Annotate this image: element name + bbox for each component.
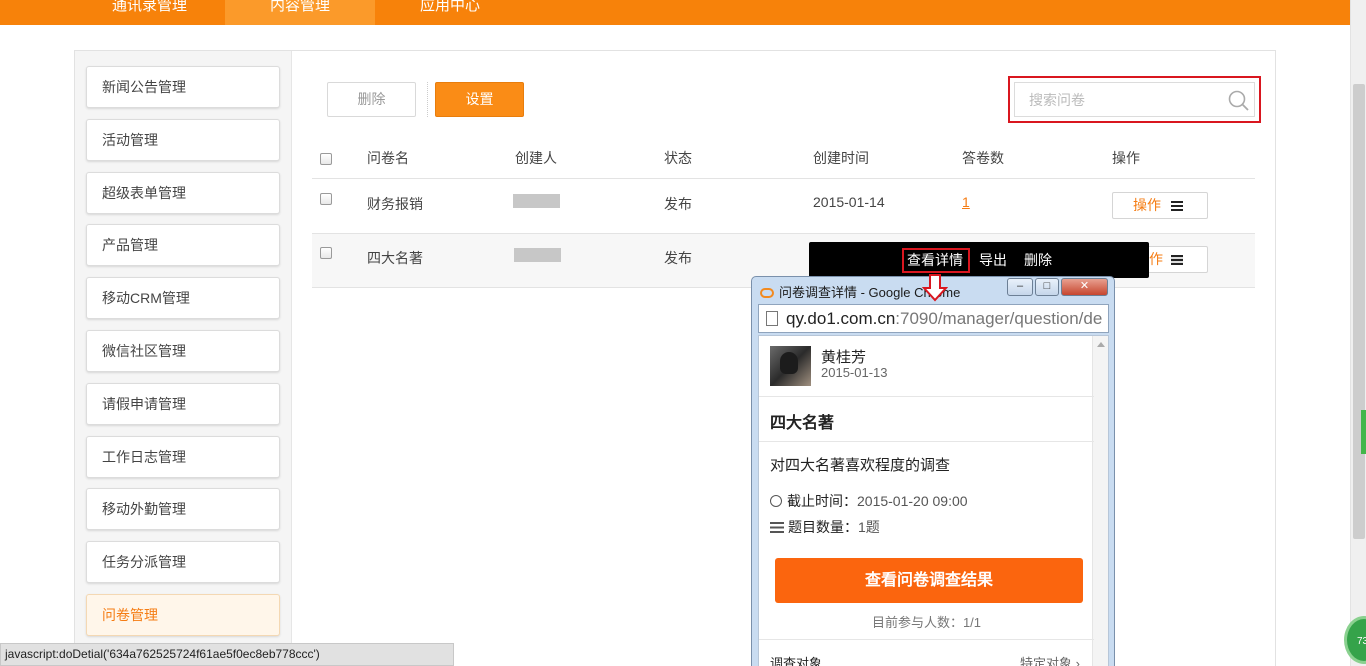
search-input[interactable]	[1014, 82, 1255, 117]
sidebar-item-product[interactable]: 产品管理	[86, 224, 280, 266]
deadline-row: 截止时间：2015-01-20 09:00	[770, 491, 968, 511]
settings-button[interactable]: 设置	[435, 82, 524, 117]
survey-target-row[interactable]: 调查对象 特定对象 ›	[770, 653, 1080, 666]
tab-app-center[interactable]: 应用中心	[390, 0, 510, 25]
target-value: 特定对象 ›	[1020, 656, 1080, 666]
row-checkbox[interactable]	[320, 247, 332, 259]
survey-title: 四大名著	[770, 415, 835, 432]
table-header: 问卷名 创建人 状态 创建时间 答卷数 操作	[312, 137, 1255, 179]
sidebar-item-task[interactable]: 任务分派管理	[86, 541, 280, 583]
action-dropdown-menu: 查看详情 导出 删除	[809, 242, 1149, 278]
sidebar-item-crm[interactable]: 移动CRM管理	[86, 277, 280, 319]
delete-button[interactable]: 删除	[327, 82, 416, 117]
menu-item-export[interactable]: 导出	[979, 242, 1007, 278]
address-bar[interactable]: qy.do1.com.cn:7090/manager/question/de	[758, 304, 1109, 333]
url-path: :7090/manager/question/de	[895, 309, 1103, 328]
table-row: 财务报销 发布 2015-01-14 1 操作	[312, 180, 1255, 234]
list-icon	[770, 522, 784, 533]
sidebar-item-field[interactable]: 移动外勤管理	[86, 488, 280, 530]
row-action-label: 操作	[1133, 197, 1161, 213]
annotation-arrow-icon	[922, 274, 948, 302]
view-results-button[interactable]: 查看问卷调查结果	[775, 558, 1083, 603]
participants-count: 目前参与人数：1/1	[871, 615, 982, 630]
menu-icon	[1171, 201, 1183, 211]
col-header-answers: 答卷数	[962, 150, 1004, 166]
row-name: 财务报销	[367, 196, 423, 212]
sidebar-item-news[interactable]: 新闻公告管理	[86, 66, 280, 108]
col-header-created: 创建时间	[813, 150, 869, 166]
scrollbar-thumb[interactable]	[1353, 84, 1365, 539]
toolbar-divider	[427, 82, 428, 117]
maximize-button[interactable]: □	[1035, 278, 1059, 296]
row-action-button[interactable]: 操作	[1112, 192, 1208, 219]
question-count-row: 题目数量：1题	[770, 517, 880, 537]
sidebar-item-super-form[interactable]: 超级表单管理	[86, 172, 280, 214]
count-value: 1题	[858, 519, 880, 535]
menu-icon	[1171, 255, 1183, 265]
answers-link[interactable]: 1	[962, 194, 970, 210]
user-name: 黄桂芳	[821, 349, 867, 366]
cloud-icon	[760, 288, 774, 298]
row-action-label: 作	[1149, 251, 1163, 267]
page-scrollbar[interactable]	[1350, 0, 1366, 666]
redacted-creator	[513, 194, 560, 208]
deadline-label: 截止时间：	[787, 493, 857, 509]
popup-content: 黄桂芳 2015-01-13 四大名著 对四大名著喜欢程度的调查 截止时间：20…	[758, 335, 1109, 666]
search-box	[1008, 76, 1261, 123]
search-icon[interactable]	[1228, 90, 1250, 112]
sidebar-item-questionnaire[interactable]: 问卷管理	[86, 594, 280, 636]
scroll-up-icon[interactable]	[1097, 342, 1105, 347]
close-button[interactable]: ✕	[1061, 278, 1108, 296]
row-status: 发布	[664, 250, 692, 266]
avatar	[770, 346, 811, 386]
user-date: 2015-01-13	[821, 365, 888, 380]
sidebar-item-wechat-community[interactable]: 微信社区管理	[86, 330, 280, 372]
sidebar-item-leave[interactable]: 请假申请管理	[86, 383, 280, 425]
popup-scrollbar[interactable]	[1092, 336, 1108, 666]
minimize-button[interactable]: –	[1007, 278, 1033, 296]
row-created: 2015-01-14	[813, 194, 885, 210]
row-name: 四大名著	[367, 250, 423, 266]
col-header-actions: 操作	[1112, 150, 1140, 166]
browser-status-bar: javascript:doDetial('634a762525724f61ae5…	[0, 643, 454, 666]
divider	[759, 396, 1094, 397]
sidebar-item-activity[interactable]: 活动管理	[86, 119, 280, 161]
count-label: 题目数量：	[788, 519, 858, 535]
sidebar: 新闻公告管理 活动管理 超级表单管理 产品管理 移动CRM管理 微信社区管理 请…	[75, 51, 292, 666]
menu-item-delete[interactable]: 删除	[1024, 242, 1052, 278]
popup-browser-window: 问卷调查详情 - Google Chrome – □ ✕ qy.do1.com.…	[751, 276, 1115, 666]
select-all-checkbox[interactable]	[320, 153, 332, 165]
divider	[759, 639, 1094, 640]
divider	[759, 441, 1094, 442]
tab-contacts[interactable]: 通讯录管理	[85, 0, 214, 25]
side-indicator	[1361, 410, 1366, 454]
top-nav-bar: 通讯录管理 内容管理 应用中心	[0, 0, 1350, 25]
annotation-highlight-box	[902, 248, 970, 273]
col-header-name: 问卷名	[367, 150, 409, 166]
floating-badge[interactable]: 73	[1344, 616, 1366, 664]
row-status: 发布	[664, 196, 692, 212]
url-host: qy.do1.com.cn	[786, 309, 896, 328]
col-header-status: 状态	[664, 150, 692, 166]
clock-icon	[770, 495, 782, 507]
target-label: 调查对象	[770, 656, 823, 666]
redacted-creator	[514, 248, 561, 262]
sidebar-item-worklog[interactable]: 工作日志管理	[86, 436, 280, 478]
page-icon	[766, 311, 778, 326]
deadline-value: 2015-01-20 09:00	[857, 493, 968, 509]
col-header-creator: 创建人	[515, 150, 557, 166]
row-checkbox[interactable]	[320, 193, 332, 205]
survey-description: 对四大名著喜欢程度的调查	[770, 457, 951, 474]
tab-content-management[interactable]: 内容管理	[225, 0, 375, 25]
